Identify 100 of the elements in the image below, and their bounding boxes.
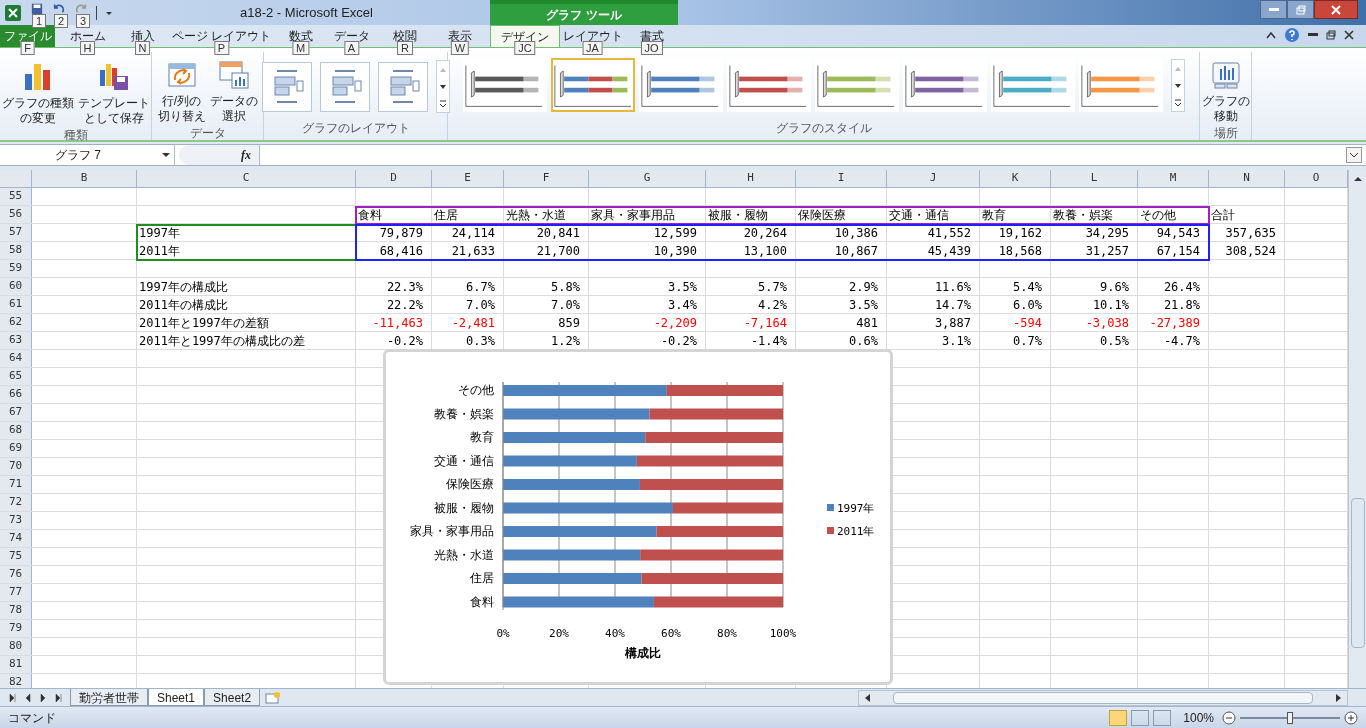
slider-thumb[interactable] xyxy=(1287,711,1293,724)
column-header[interactable]: D xyxy=(356,170,432,187)
table-cell-text: 34,295 xyxy=(1084,224,1130,242)
row-header[interactable]: 59 xyxy=(0,260,32,277)
ribbon-button[interactable]: データの 選択 xyxy=(209,56,258,124)
ribbon-button[interactable]: グラフの 移動 xyxy=(1201,56,1250,124)
row-header[interactable]: 81 xyxy=(0,656,32,673)
keytip: R xyxy=(397,41,413,55)
zoom-in-icon[interactable] xyxy=(1344,710,1358,725)
dropdown-caret-icon xyxy=(162,152,170,158)
column-header[interactable]: L xyxy=(1051,170,1138,187)
column-header[interactable]: N xyxy=(1209,170,1285,187)
column-header[interactable]: J xyxy=(887,170,980,187)
table-cell-text: -3,038 xyxy=(1084,314,1130,332)
row-header[interactable]: 62 xyxy=(0,314,32,331)
row-header[interactable]: 79 xyxy=(0,620,32,637)
table-cell-text: 21.8% xyxy=(1162,296,1201,314)
row-header[interactable]: 70 xyxy=(0,458,32,475)
context-tab-group: グラフ ツール xyxy=(490,0,678,25)
sheet-nav-icon[interactable] xyxy=(8,692,17,703)
keytip: 1 xyxy=(32,14,47,28)
row-header[interactable]: 55 xyxy=(0,188,32,205)
chart-style-option[interactable] xyxy=(726,58,811,112)
chart-layout-option[interactable] xyxy=(261,61,312,112)
ribbon-button[interactable]: テンプレート として保存 xyxy=(77,56,150,126)
help-icon[interactable] xyxy=(1284,27,1300,43)
table-cell-text: 41,552 xyxy=(926,224,972,242)
chart-style-option[interactable] xyxy=(638,58,723,112)
row-header[interactable]: 72 xyxy=(0,494,32,511)
row-header[interactable]: 65 xyxy=(0,368,32,385)
chart-style-option[interactable] xyxy=(902,58,987,112)
row-header[interactable]: 80 xyxy=(0,638,32,655)
sheet-nav-icon[interactable] xyxy=(53,692,62,703)
undo-icon[interactable] xyxy=(52,2,66,14)
row-header[interactable]: 61 xyxy=(0,296,32,313)
zoom-level[interactable]: 100% xyxy=(1183,708,1214,727)
restore-icon[interactable] xyxy=(1326,30,1336,40)
vertical-scrollbar[interactable] xyxy=(1348,170,1366,688)
row-header[interactable]: 77 xyxy=(0,584,32,601)
column-header[interactable]: F xyxy=(504,170,589,187)
scroll-right-icon[interactable] xyxy=(1335,692,1343,703)
row-header[interactable]: 58 xyxy=(0,242,32,259)
row-header[interactable]: 75 xyxy=(0,548,32,565)
close-icon[interactable] xyxy=(1344,30,1354,40)
chart-layout-option[interactable] xyxy=(377,61,428,112)
chart-layout-option[interactable] xyxy=(319,61,370,112)
save-icon[interactable] xyxy=(30,2,44,14)
chart-style-option[interactable] xyxy=(462,58,547,112)
row-header[interactable]: 69 xyxy=(0,440,32,457)
row-header[interactable]: 73 xyxy=(0,512,32,529)
sheet-tab[interactable]: 勤労者世帯 xyxy=(70,689,148,706)
row-header[interactable]: 66 xyxy=(0,386,32,403)
insert-function-button[interactable]: fx xyxy=(241,146,251,164)
row-header[interactable]: 67 xyxy=(0,404,32,421)
row-header[interactable]: 78 xyxy=(0,602,32,619)
scroll-left-icon[interactable] xyxy=(863,692,871,703)
row-header[interactable]: 60 xyxy=(0,278,32,295)
table-cell-text: 22.3% xyxy=(385,278,424,296)
scrollbar-thumb[interactable] xyxy=(1350,498,1365,648)
horizontal-scrollbar[interactable] xyxy=(858,689,1348,706)
column-header[interactable]: G xyxy=(589,170,706,187)
name-box[interactable]: グラフ 7 xyxy=(0,145,175,165)
scrollbar-thumb[interactable] xyxy=(893,691,1313,704)
expand-caret-icon[interactable] xyxy=(1346,147,1362,163)
table-cell-text: 11.6% xyxy=(933,278,972,296)
row-header[interactable]: 82 xyxy=(0,674,32,688)
row-header[interactable]: 68 xyxy=(0,422,32,439)
row-header[interactable]: 63 xyxy=(0,332,32,349)
category-label: 光熱・水道 xyxy=(434,547,494,562)
row-header[interactable]: 64 xyxy=(0,350,32,367)
group-label: グラフのスタイル xyxy=(774,121,873,137)
sheet-tab[interactable]: Sheet2 xyxy=(204,689,261,706)
sheet-nav-icon[interactable] xyxy=(38,692,47,703)
row-header[interactable]: 56 xyxy=(0,206,32,223)
sheet-nav-icon[interactable] xyxy=(23,692,32,703)
collapse-ribbon-icon[interactable] xyxy=(1266,31,1276,39)
sheet-tab[interactable]: Sheet1 xyxy=(148,689,205,706)
chart-style-option[interactable] xyxy=(814,58,899,112)
row-header[interactable]: 57 xyxy=(0,224,32,241)
row-header[interactable]: 71 xyxy=(0,476,32,493)
row-header[interactable]: 74 xyxy=(0,530,32,547)
chart-area[interactable]: その他 教養・娯楽 教育 交通・通信 保険医療 被服・履物 家具・家事用品 光熱・水道 住居 食料 0% 20% 40% 60% 80% 100% 構成比 1997年 2011年 xyxy=(383,349,893,685)
zoom-slider[interactable] xyxy=(1240,710,1340,725)
window-title: a18-2 - Microsoft Excel xyxy=(240,3,374,22)
column-header[interactable]: M xyxy=(1138,170,1209,187)
column-header[interactable]: B xyxy=(32,170,137,187)
chart-style-option[interactable] xyxy=(550,58,635,112)
ribbon-button[interactable]: グラフの種類 の変更 xyxy=(1,56,74,126)
column-header[interactable]: E xyxy=(432,170,504,187)
minimize-icon[interactable] xyxy=(1308,33,1318,37)
column-header[interactable]: H xyxy=(706,170,796,187)
chart-style-option[interactable] xyxy=(1078,58,1163,112)
column-header[interactable]: K xyxy=(980,170,1051,187)
ribbon-button[interactable]: 行/列の 切り替え xyxy=(157,56,206,124)
keytip: JC xyxy=(514,41,536,55)
chart-style-option[interactable] xyxy=(990,58,1075,112)
row-header[interactable]: 76 xyxy=(0,566,32,583)
zoom-out-icon[interactable] xyxy=(1222,710,1236,725)
column-header[interactable]: C xyxy=(137,170,356,187)
column-header[interactable]: I xyxy=(796,170,887,187)
